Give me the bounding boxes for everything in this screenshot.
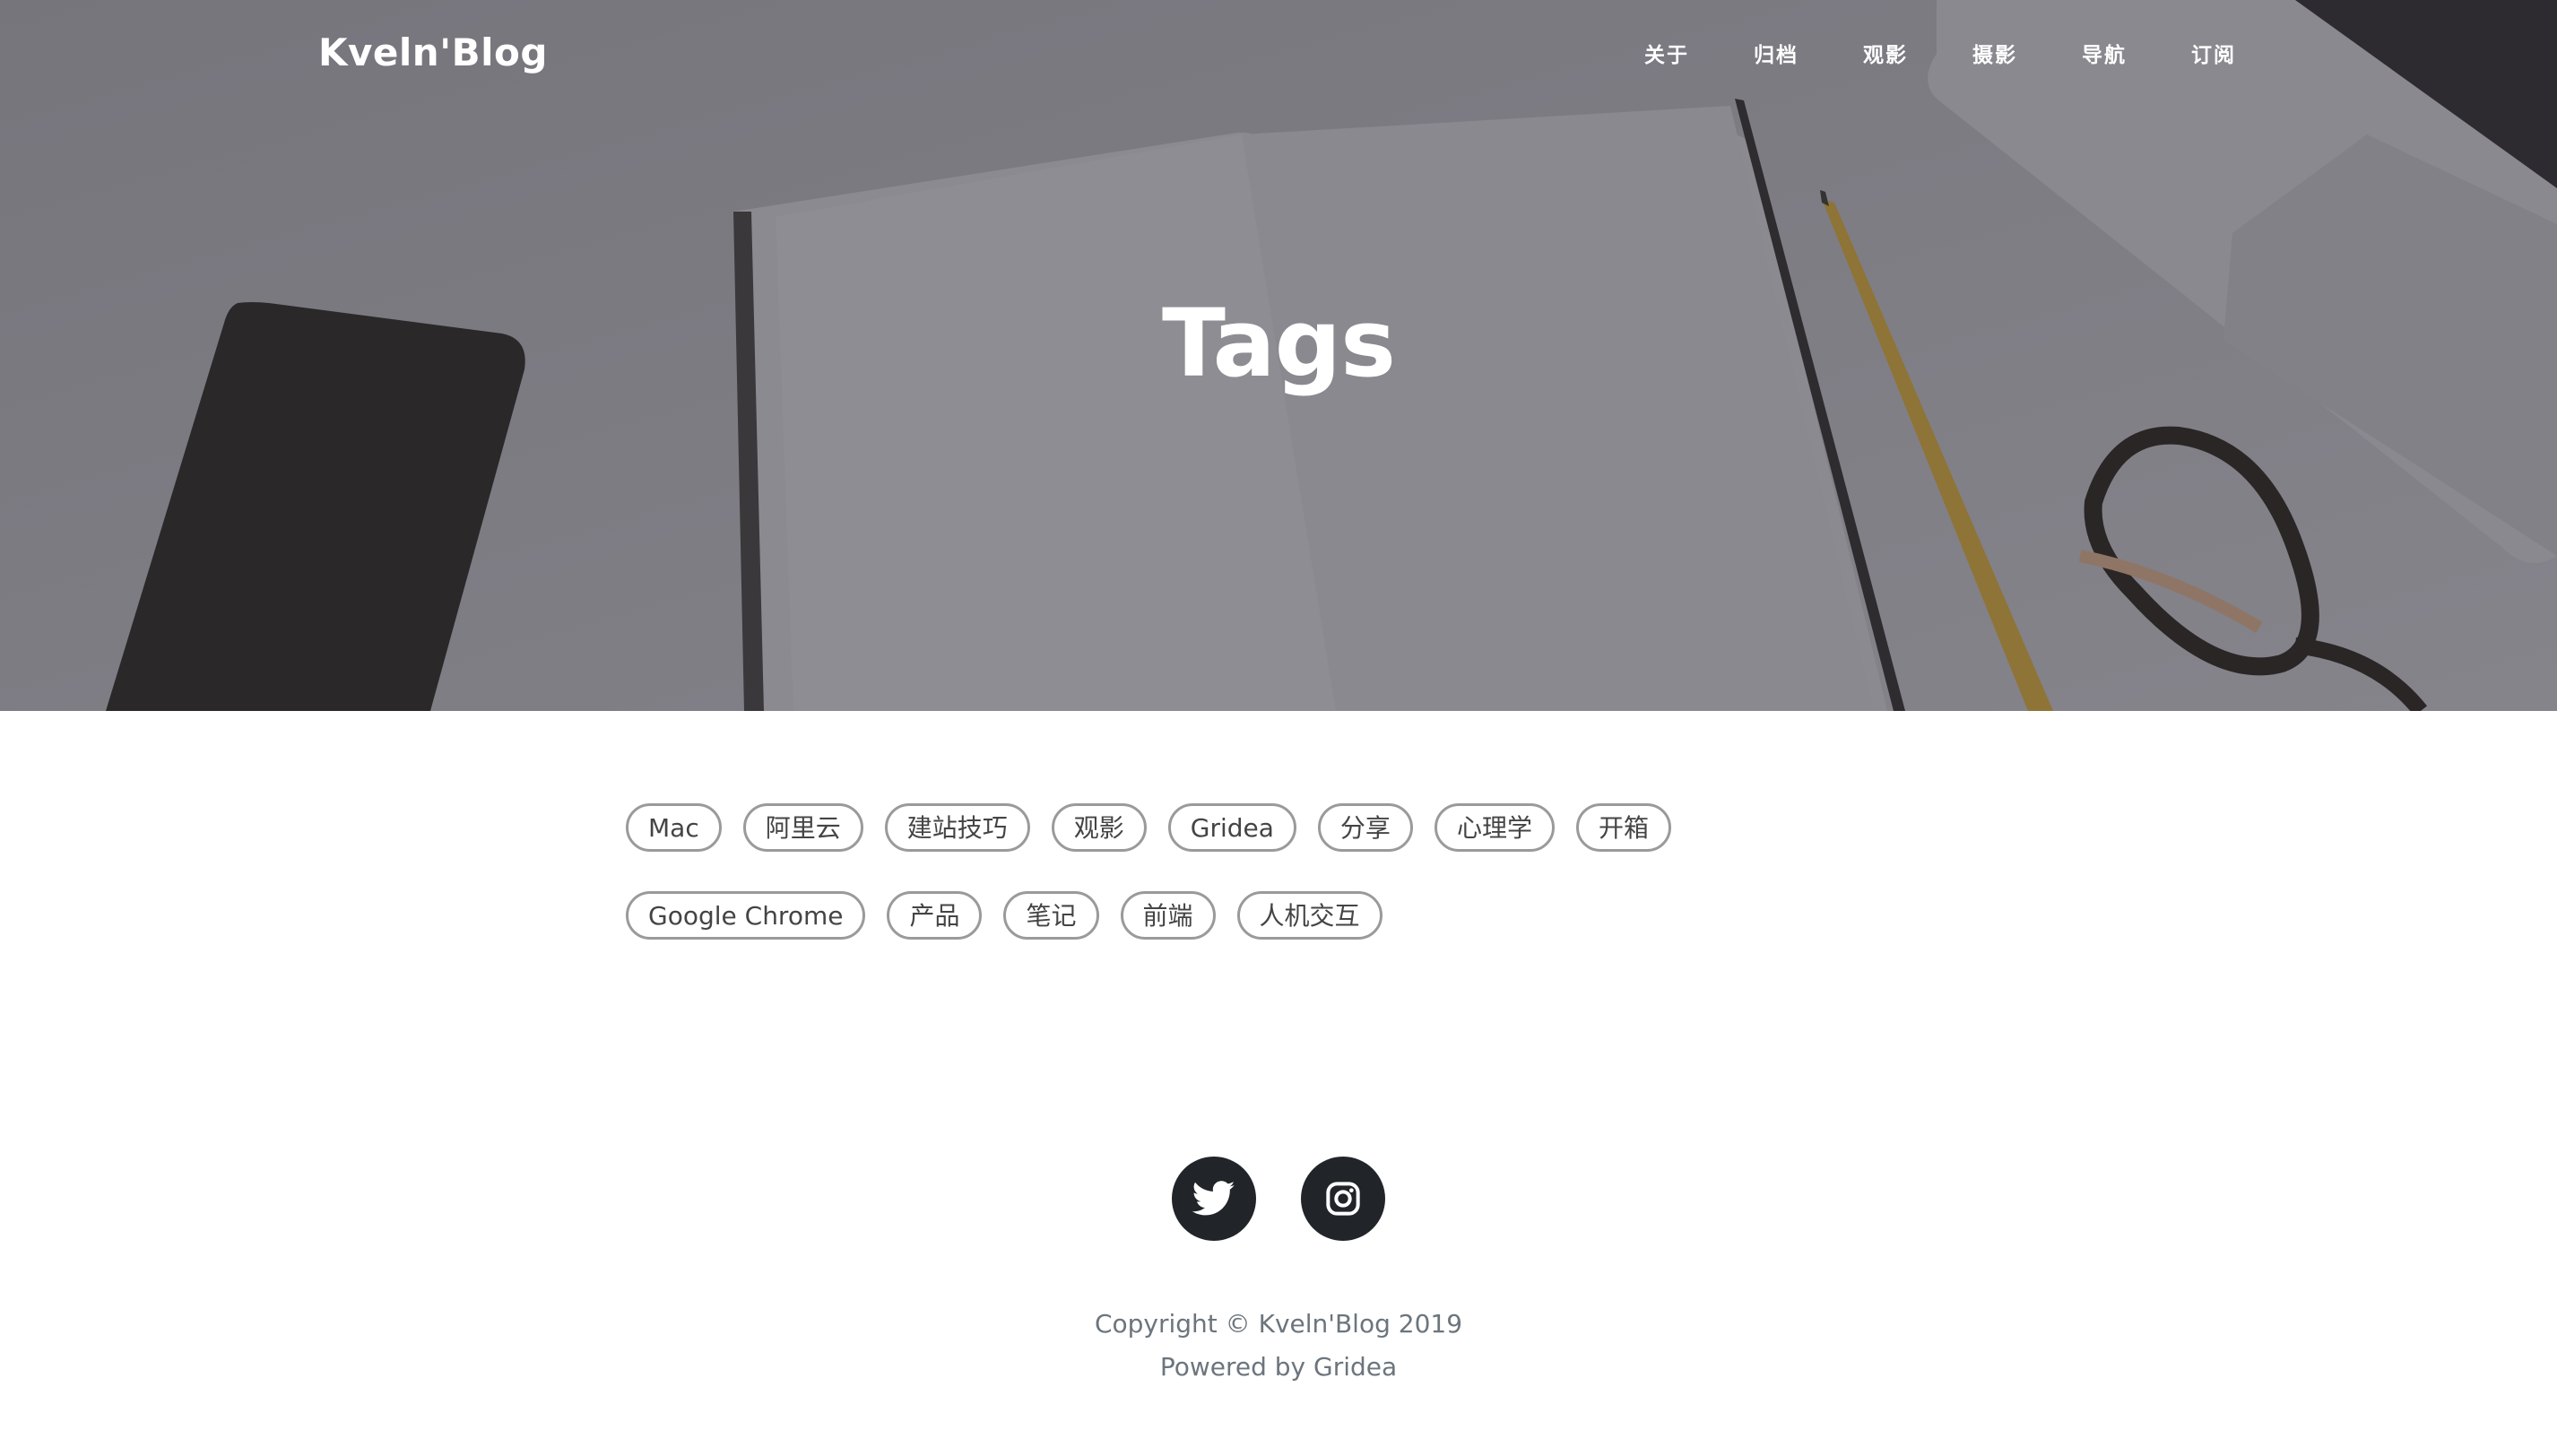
- twitter-icon: [1192, 1181, 1235, 1216]
- nav-item-movies[interactable]: 观影: [1863, 38, 1908, 68]
- tag-link[interactable]: 开箱: [1575, 803, 1671, 852]
- tag-link[interactable]: 阿里云: [742, 803, 863, 852]
- tag-link[interactable]: 产品: [887, 891, 983, 940]
- tag-cloud: Mac 阿里云 建站技巧 观影 Gridea 分享 心理学 开箱 Google …: [626, 803, 1931, 940]
- tag-link[interactable]: Google Chrome: [626, 891, 866, 940]
- social-links: [0, 1157, 2557, 1241]
- tag-link[interactable]: Mac: [626, 803, 722, 852]
- nav-item-archive[interactable]: 归档: [1754, 38, 1799, 68]
- tag-link[interactable]: Gridea: [1167, 803, 1296, 852]
- tag-link[interactable]: 建站技巧: [884, 803, 1030, 852]
- nav-item-subscribe[interactable]: 订阅: [2191, 38, 2236, 68]
- instagram-icon: [1326, 1182, 1360, 1216]
- footer-text: Copyright © Kveln'Blog 2019 Powered by G…: [0, 1303, 2557, 1389]
- brand-logo-link[interactable]: Kveln'Blog: [318, 30, 548, 74]
- nav-item-about[interactable]: 关于: [1644, 38, 1689, 68]
- main-nav: 关于 归档 观影 摄影 导航 订阅: [1580, 38, 2236, 68]
- gridea-link[interactable]: Gridea: [1313, 1352, 1397, 1382]
- nav-item-photography[interactable]: 摄影: [1972, 38, 2017, 68]
- tag-link[interactable]: 前端: [1120, 891, 1216, 940]
- tag-link[interactable]: 观影: [1051, 803, 1147, 852]
- tag-link[interactable]: 分享: [1317, 803, 1413, 852]
- nav-item-navigation[interactable]: 导航: [2082, 38, 2127, 68]
- powered-by-line: Powered by Gridea: [0, 1346, 2557, 1389]
- hero-header: Kveln'Blog 关于 归档 观影 摄影 导航 订阅 Tags: [0, 0, 2557, 711]
- twitter-link[interactable]: [1172, 1157, 1256, 1241]
- powered-by-label: Powered by: [1159, 1352, 1314, 1382]
- tag-link[interactable]: 心理学: [1434, 803, 1555, 852]
- tag-link[interactable]: 人机交互: [1236, 891, 1383, 940]
- copyright-text: Copyright © Kveln'Blog 2019: [1094, 1309, 1463, 1339]
- tag-link[interactable]: 笔记: [1003, 891, 1099, 940]
- instagram-link[interactable]: [1301, 1157, 1385, 1241]
- page-title: Tags: [1161, 289, 1396, 398]
